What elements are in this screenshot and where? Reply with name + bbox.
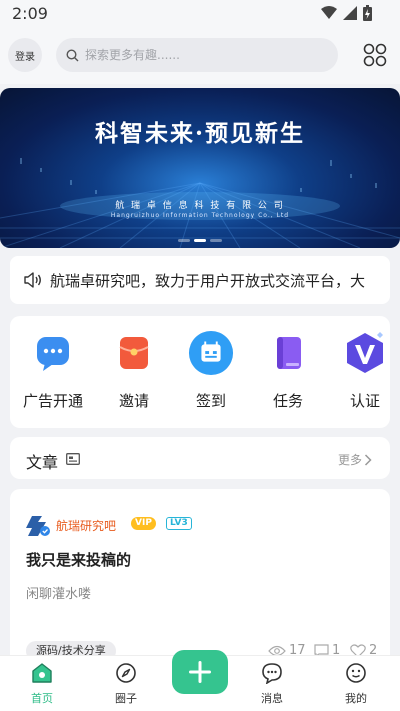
nav-home[interactable]: 首页 — [12, 662, 72, 706]
notice-bar[interactable]: 航瑞卓研究吧，致力于用户开放式交流平台，大 — [10, 256, 390, 304]
chat-bubble-icon — [30, 330, 76, 376]
create-post-button[interactable] — [172, 650, 228, 694]
chevron-right-icon — [364, 453, 372, 466]
message-icon — [262, 663, 282, 685]
speaker-icon — [24, 272, 41, 288]
bottom-nav: 首页 圈子 消息 我的 — [0, 650, 400, 711]
nav-messages[interactable]: 消息 — [242, 662, 302, 706]
status-icons — [321, 5, 372, 21]
verified-v-icon — [342, 330, 388, 376]
profile-face-icon — [346, 663, 366, 683]
carousel-indicator — [178, 239, 222, 242]
book-icon — [265, 330, 311, 376]
shortcut-label: 认证 — [349, 392, 380, 410]
articles-title: 文章 — [26, 453, 59, 472]
vip-badge: VIP — [131, 517, 156, 530]
search-input[interactable] — [85, 48, 315, 62]
forum-logo-icon — [26, 516, 50, 536]
status-time: 2:09 — [12, 4, 48, 23]
carousel-dot-active — [194, 239, 206, 242]
shortcut-invite[interactable]: 邀请 — [101, 330, 167, 411]
shortcut-label: 任务 — [272, 392, 303, 410]
shortcut-label: 邀请 — [118, 392, 149, 410]
nav-circle-label: 圈子 — [115, 692, 137, 705]
level-badge: LV3 — [166, 517, 192, 530]
more-articles-link[interactable]: 更多 — [338, 451, 372, 468]
red-envelope-icon — [111, 330, 157, 376]
home-icon — [32, 663, 52, 683]
nav-home-label: 首页 — [31, 692, 53, 705]
more-label: 更多 — [337, 453, 362, 467]
login-button[interactable]: 登录 — [8, 38, 42, 72]
signal-icon — [343, 6, 357, 20]
search-bar[interactable] — [56, 38, 338, 72]
carousel-dot — [178, 239, 190, 242]
search-icon — [66, 48, 79, 61]
nav-circle[interactable]: 圈子 — [96, 662, 156, 706]
post-title: 我只是来投稿的 — [26, 551, 132, 569]
articles-section-header: 文章 更多 — [10, 437, 390, 479]
status-bar: 2:09 — [0, 0, 400, 28]
compass-icon — [116, 663, 136, 683]
post-card[interactable]: 航瑞研究吧 VIP LV3 我只是来投稿的 闲聊灌水喽 源码/技术分享 17 1… — [10, 489, 390, 669]
nav-messages-label: 消息 — [261, 692, 283, 705]
shortcut-verify[interactable]: 认证 — [332, 330, 390, 411]
shortcut-label: 签到 — [195, 392, 226, 410]
notice-text: 航瑞卓研究吧，致力于用户开放式交流平台，大 — [50, 271, 366, 290]
banner-background — [0, 158, 400, 248]
shortcut-checkin[interactable]: 签到 — [178, 330, 244, 411]
banner-company-cn: 航 瑞 卓 信 息 科 技 有 限 公 司 — [115, 201, 285, 211]
shortcut-grid: 广告开通 邀请 签到 任务 认证 — [10, 316, 390, 428]
banner-carousel[interactable]: 科智未来·预见新生 航 瑞 卓 信 息 科 技 有 限 公 司 Hangruiz… — [0, 88, 400, 248]
carousel-dot — [210, 239, 222, 242]
top-bar: 登录 — [0, 28, 400, 84]
nav-me[interactable]: 我的 — [326, 662, 386, 706]
post-excerpt: 闲聊灌水喽 — [26, 587, 92, 602]
shortcut-label: 广告开通 — [22, 392, 83, 410]
banner-company-en: Hangruizhuo Information Technology Co., … — [110, 212, 290, 219]
shortcut-ad-open[interactable]: 广告开通 — [20, 330, 86, 411]
document-icon — [66, 453, 80, 465]
calendar-checkin-icon — [188, 330, 234, 376]
apps-grid-icon[interactable] — [362, 42, 388, 68]
nav-me-label: 我的 — [345, 692, 367, 705]
banner-title: 科智未来·预见新生 — [94, 120, 305, 147]
plus-icon — [189, 661, 211, 683]
wifi-icon — [321, 6, 337, 19]
shortcut-tasks[interactable]: 任务 — [255, 330, 321, 411]
battery-icon — [363, 5, 372, 21]
forum-name[interactable]: 航瑞研究吧 — [56, 517, 116, 534]
